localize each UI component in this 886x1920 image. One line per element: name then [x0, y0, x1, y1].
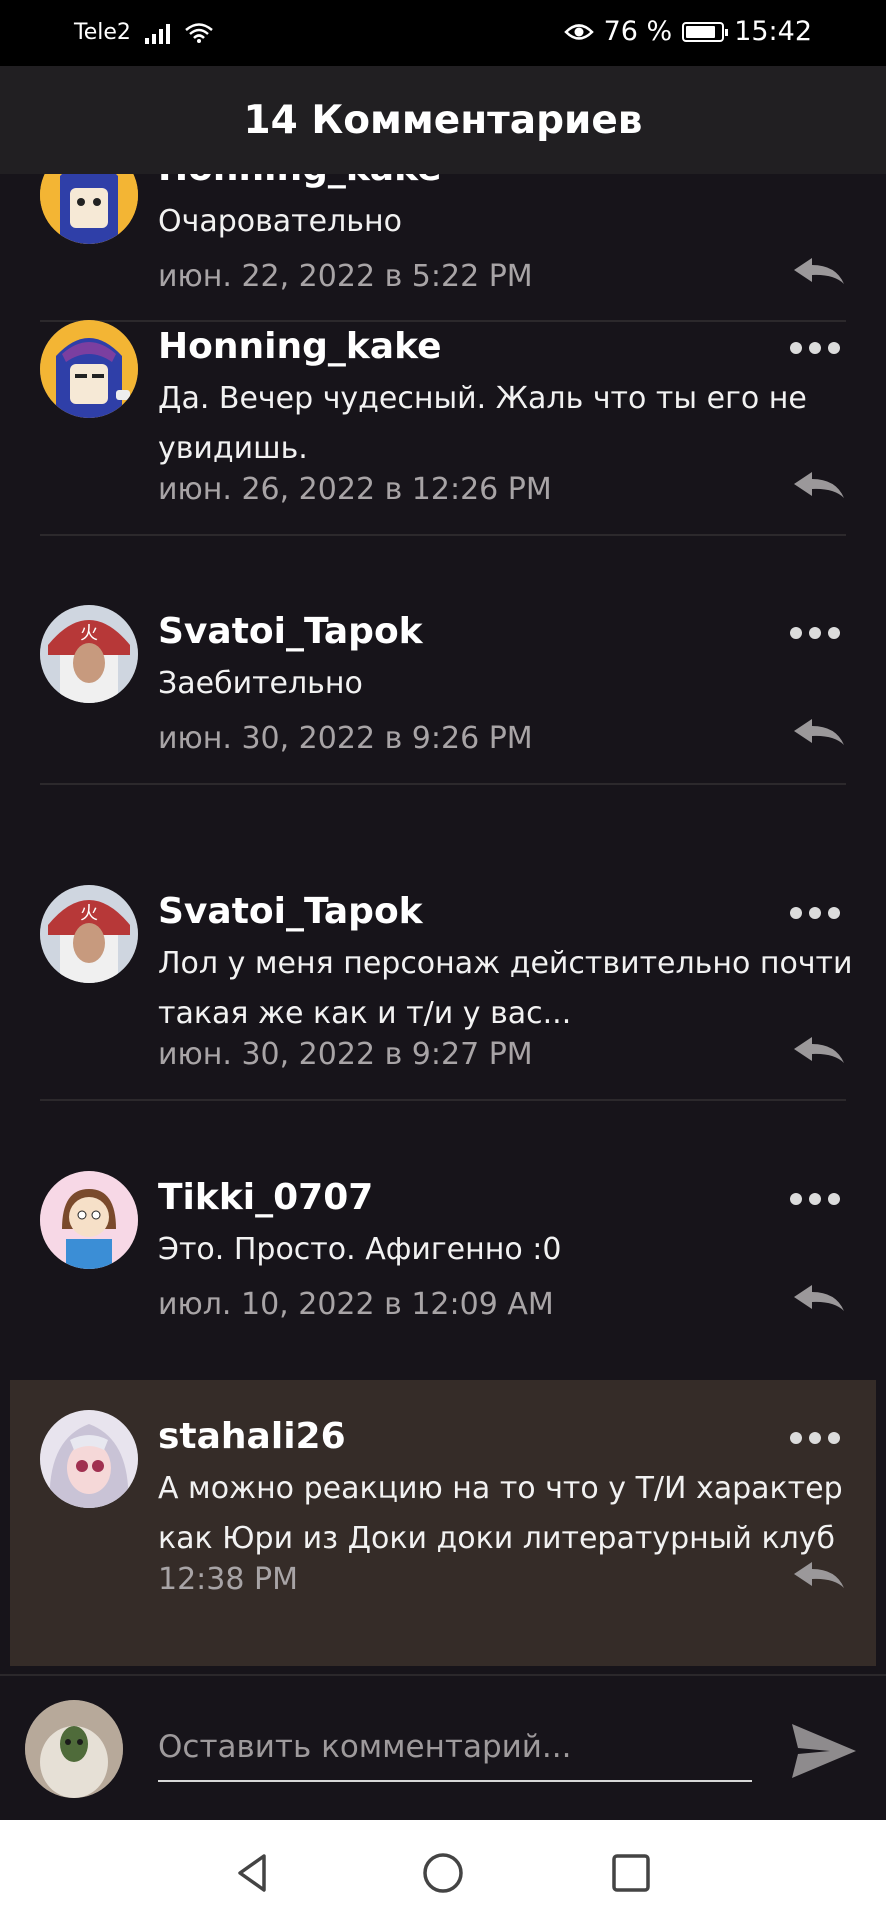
comment-list[interactable]: Honning_kake Очаровательно июн. 22, 2022… [0, 174, 886, 1674]
divider [40, 783, 846, 785]
comments-header: 14 Комментариев [0, 66, 886, 174]
comment-text: Это. Просто. Афигенно :0 [158, 1232, 562, 1267]
comment-username[interactable]: stahali26 [158, 1416, 346, 1457]
clock: 15:42 [734, 16, 812, 47]
avatar[interactable] [40, 1171, 138, 1269]
back-icon[interactable] [230, 1850, 276, 1896]
comment-text: Лол у меня персонаж действительно почти … [158, 946, 853, 1031]
comment-date: июн. 22, 2022 в 5:22 PM [158, 259, 533, 294]
send-icon[interactable] [790, 1720, 858, 1782]
divider [40, 1099, 846, 1101]
reply-icon[interactable] [792, 1035, 846, 1065]
eye-comfort-icon [563, 23, 594, 40]
status-bar: Tele2 76 % 15:42 [0, 0, 886, 66]
comment-date: июн. 26, 2022 в 12:26 PM [158, 472, 552, 507]
comment-username[interactable]: Svatoi_Tapok [158, 891, 423, 932]
avatar[interactable] [40, 320, 138, 418]
comment-text: Заебительно [158, 666, 363, 701]
navigation-bar [0, 1820, 886, 1920]
battery-icon [682, 21, 729, 42]
signal-icon [144, 22, 170, 44]
svg-text:火: 火 [80, 903, 98, 924]
comment-text: Да. Вечер чудесный. Жаль что ты его не у… [158, 381, 807, 466]
avatar[interactable]: 火 [40, 605, 138, 703]
divider [40, 534, 846, 536]
battery-percent: 76 % [603, 16, 673, 47]
comment-text: Очаровательно [158, 204, 402, 239]
reply-icon[interactable] [792, 717, 846, 747]
home-icon[interactable] [420, 1850, 466, 1896]
comment-date: июн. 30, 2022 в 9:26 PM [158, 721, 533, 756]
comment-item: Honning_kake Да. Вечер чудесный. Жаль чт… [0, 320, 886, 606]
comment-text: А можно реакцию на то что у Т/И характер… [158, 1471, 843, 1556]
current-user-avatar [25, 1700, 123, 1798]
more-options-icon[interactable] [790, 907, 840, 919]
comment-item: Tikki_0707 Это. Просто. Афигенно :0 июл.… [0, 1171, 886, 1411]
comment-item-highlighted: stahali26 А можно реакцию на то что у Т/… [10, 1380, 876, 1666]
comment-username[interactable]: Tikki_0707 [158, 1177, 373, 1218]
avatar[interactable]: 火 [40, 885, 138, 983]
comment-composer [0, 1674, 886, 1820]
wifi-icon [185, 22, 213, 43]
comment-date: июн. 30, 2022 в 9:27 PM [158, 1037, 533, 1072]
comment-date: июл. 10, 2022 в 12:09 AM [158, 1287, 554, 1322]
comment-item: 火 Svatoi_Tapok Заебительно июн. 30, 2022… [0, 605, 886, 845]
reply-icon[interactable] [792, 1560, 846, 1590]
avatar[interactable] [40, 1410, 138, 1508]
avatar[interactable] [40, 174, 138, 244]
more-options-icon[interactable] [790, 627, 840, 639]
comment-username[interactable]: Honning_kake [158, 326, 441, 367]
comment-username[interactable]: Svatoi_Tapok [158, 611, 423, 652]
more-options-icon[interactable] [790, 1432, 840, 1444]
more-options-icon[interactable] [790, 342, 840, 354]
comment-date: 12:38 PM [158, 1562, 298, 1597]
reply-icon[interactable] [792, 470, 846, 500]
reply-icon[interactable] [792, 1283, 846, 1313]
comment-item: 火 Svatoi_Tapok Лол у меня персонаж дейст… [0, 885, 886, 1171]
carrier-label: Tele2 [74, 20, 131, 45]
svg-text:火: 火 [80, 623, 98, 644]
reply-icon[interactable] [792, 256, 846, 286]
comment-input[interactable] [158, 1724, 752, 1782]
recents-icon[interactable] [608, 1850, 654, 1896]
more-options-icon[interactable] [790, 1193, 840, 1205]
comment-username[interactable]: Honning_kake [158, 174, 441, 189]
page-title: 14 Комментариев [243, 97, 643, 143]
